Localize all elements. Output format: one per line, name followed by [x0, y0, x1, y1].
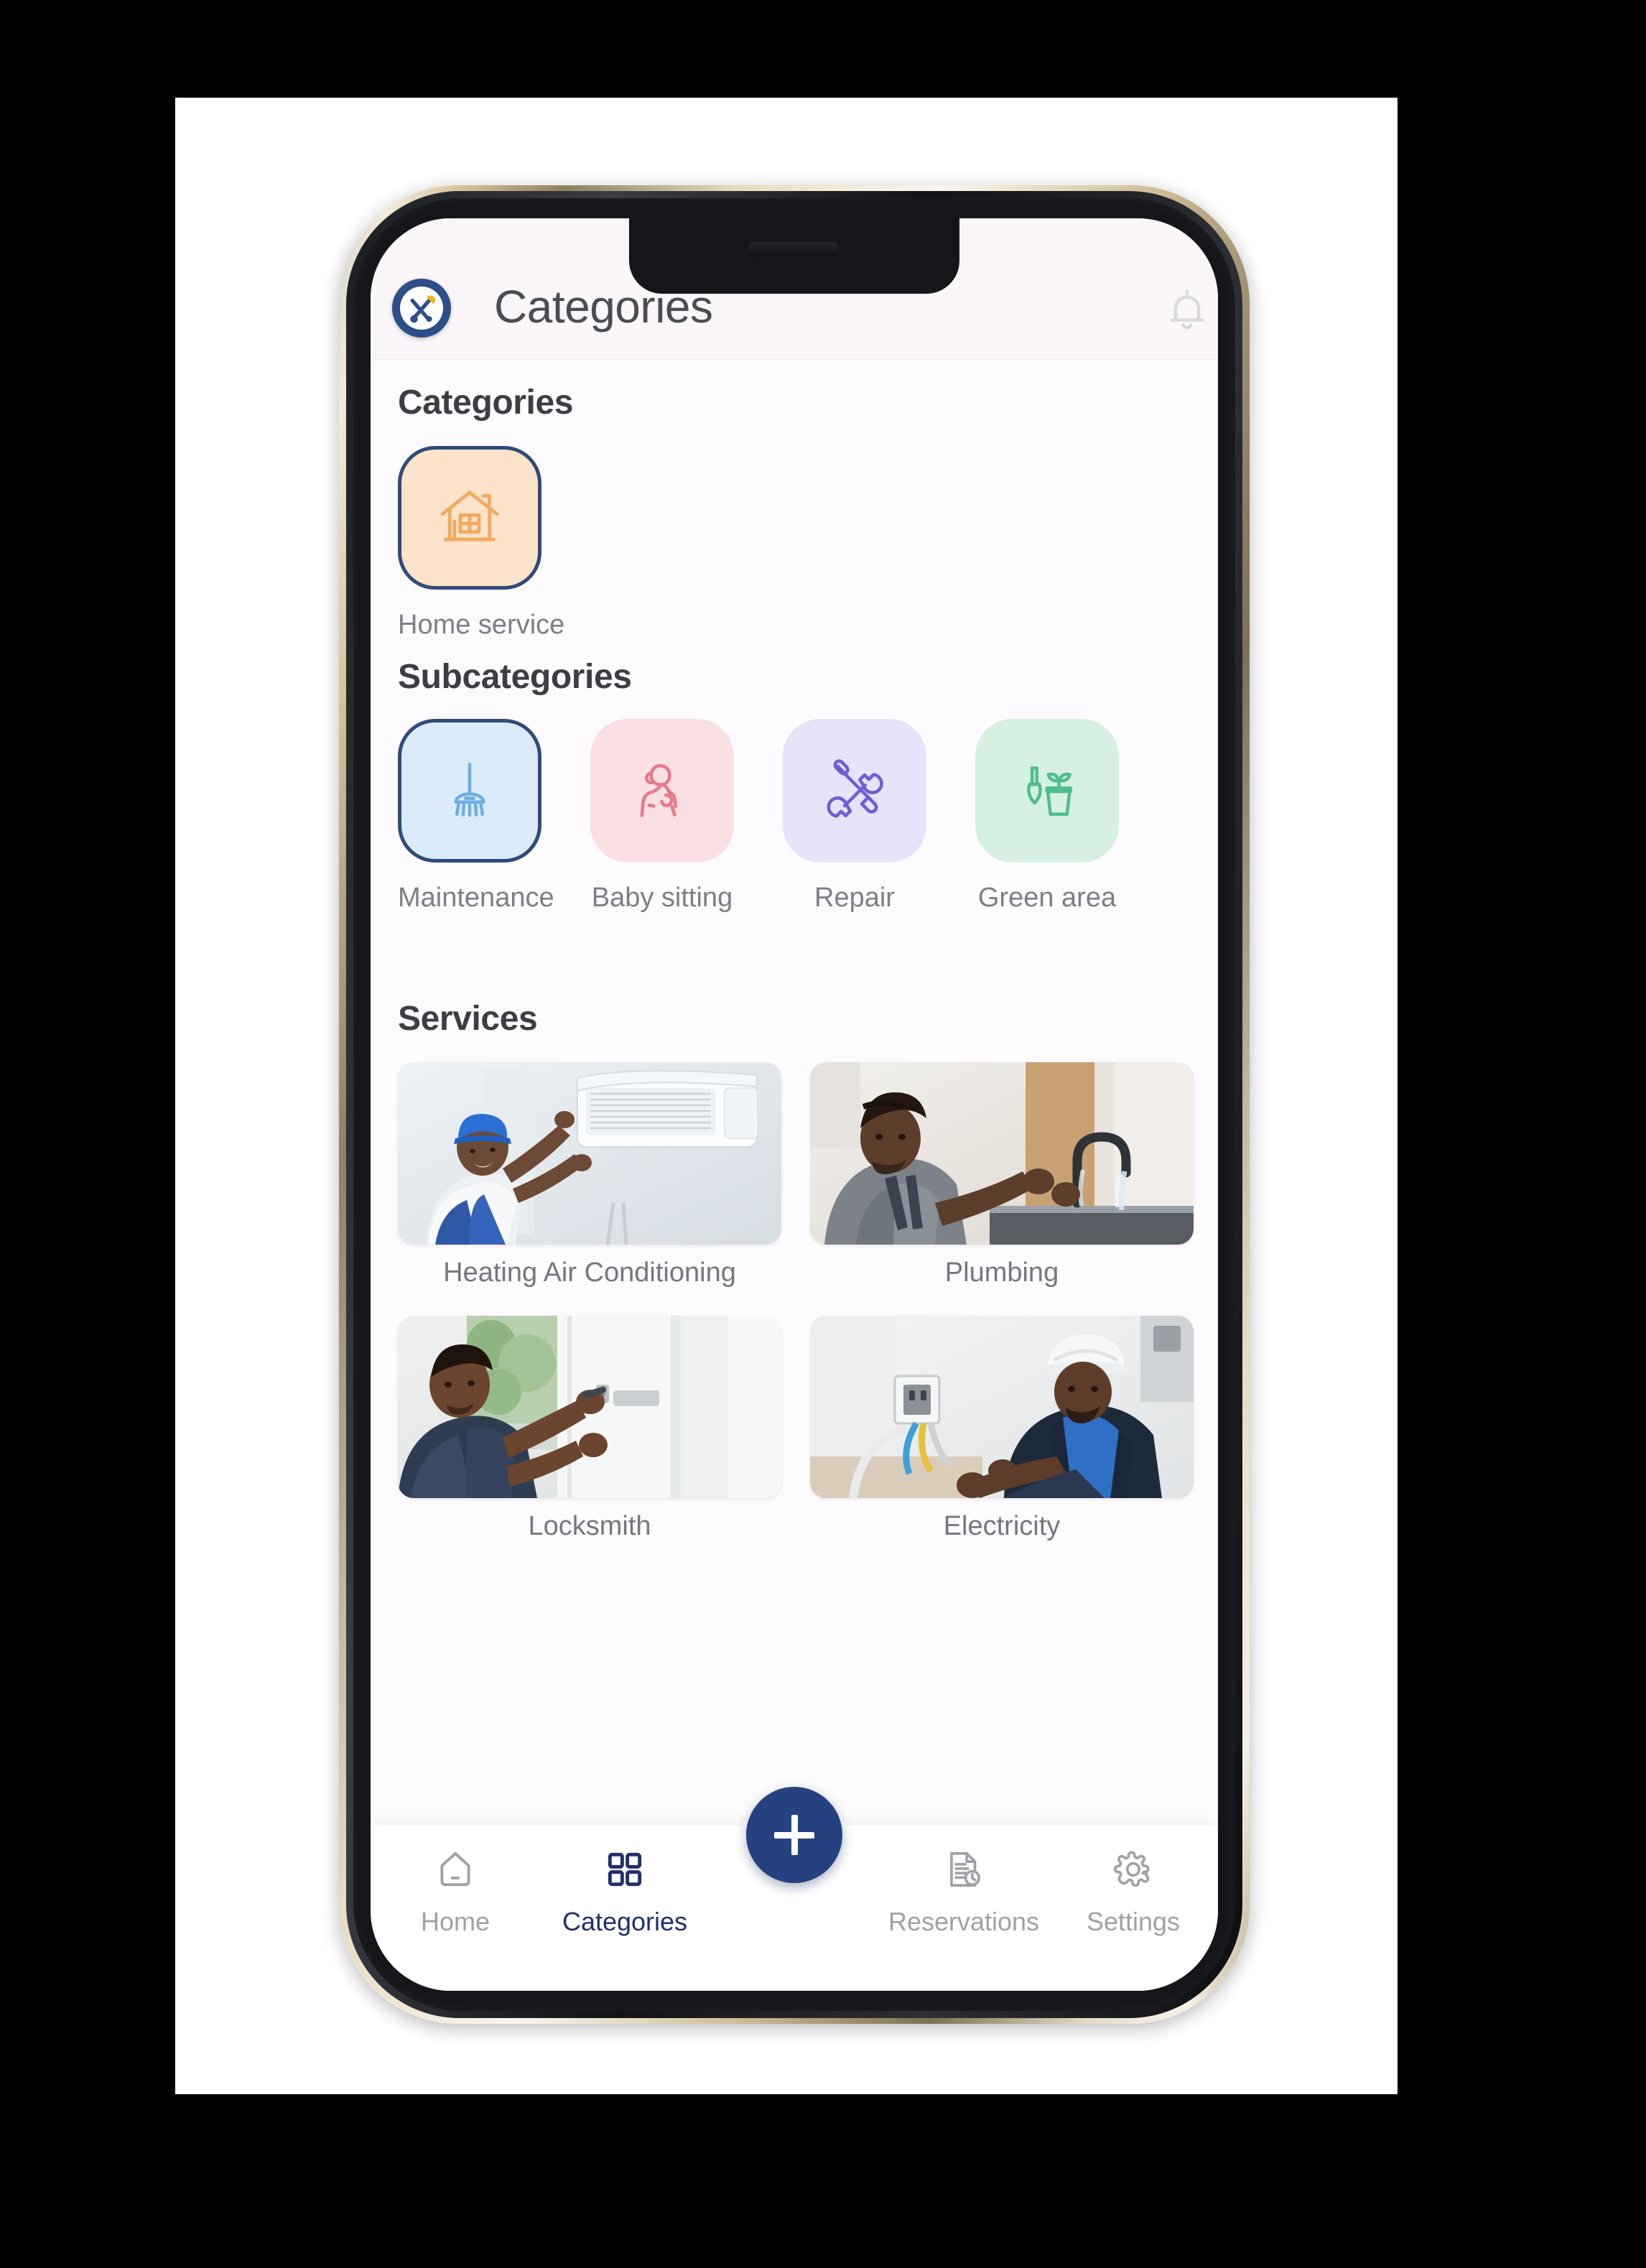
nav-item-reservations[interactable]: Reservations	[879, 1847, 1048, 1937]
categories-row: Home service	[398, 446, 565, 641]
header-divider	[371, 359, 1218, 360]
phone-screen: Categories Categories Home service Subca…	[371, 218, 1218, 1991]
subcategory-label: Green area	[977, 883, 1117, 913]
subcategory-swatch[interactable]	[975, 719, 1119, 863]
grid-icon	[603, 1847, 647, 1895]
nav-label: Settings	[1086, 1907, 1181, 1936]
category-label: Home service	[398, 610, 565, 640]
subcategory-item-green-area[interactable]: Green area	[975, 719, 1119, 914]
subcategory-swatch[interactable]	[398, 719, 541, 863]
service-photo	[398, 1062, 781, 1245]
services-grid: Heating Air Conditioning Plumbing Locksm…	[398, 1062, 1195, 1542]
service-label: Plumbing	[944, 1258, 1059, 1288]
nav-item-settings[interactable]: Settings	[1048, 1847, 1218, 1937]
phone-notch	[629, 218, 959, 294]
nav-label: Reservations	[888, 1907, 1040, 1936]
service-photo	[810, 1316, 1194, 1498]
service-label: Electricity	[943, 1511, 1061, 1541]
crossed-tools-icon	[400, 287, 443, 330]
service-card-electricity[interactable]: Electricity	[810, 1316, 1194, 1542]
wrench-screwdriver-icon	[817, 752, 892, 830]
bottom-navigation-bar: Home Categories Reservations Settings	[371, 1787, 1218, 1991]
subcategory-label: Baby sitting	[591, 883, 733, 913]
category-item-home-service[interactable]: Home service	[398, 446, 565, 641]
home-icon	[433, 1847, 478, 1895]
babysitter-icon	[625, 752, 699, 830]
service-label: Heating Air Conditioning	[443, 1258, 736, 1288]
house-icon	[432, 479, 507, 557]
nav-label: Home	[420, 1907, 490, 1936]
gear-icon	[1111, 1847, 1156, 1895]
subcategories-scroller[interactable]: Maintenance Baby sitting Repair Green ar…	[398, 719, 1218, 963]
subcategories-row: Maintenance Baby sitting Repair Green ar…	[398, 719, 1218, 914]
subcategory-swatch[interactable]	[783, 719, 926, 863]
plus-icon-vertical	[791, 1815, 798, 1855]
subcategory-item-baby-sitting[interactable]: Baby sitting	[590, 719, 734, 914]
bell-icon[interactable]	[1162, 284, 1212, 335]
service-photo	[810, 1062, 1194, 1245]
app-content-scroll[interactable]: Categories Home service Subcategories Ma…	[371, 360, 1218, 1991]
services-heading: Services	[398, 1000, 538, 1038]
subcategory-swatch[interactable]	[590, 719, 734, 863]
categories-heading: Categories	[398, 384, 574, 422]
document-clock-icon	[941, 1847, 986, 1895]
subcategory-item-repair[interactable]: Repair	[783, 719, 926, 914]
subcategory-label: Maintenance	[398, 883, 554, 913]
earpiece-speaker	[748, 242, 840, 256]
subcategory-label: Repair	[814, 883, 895, 913]
broom-icon	[432, 752, 507, 830]
subcategories-heading: Subcategories	[398, 658, 632, 696]
service-card-heating-air-conditioning[interactable]: Heating Air Conditioning	[398, 1062, 781, 1288]
potted-plant-trowel-icon	[1010, 752, 1084, 830]
nav-item-home[interactable]: Home	[371, 1847, 540, 1937]
category-swatch[interactable]	[398, 446, 541, 590]
service-card-plumbing[interactable]: Plumbing	[810, 1062, 1194, 1288]
brand-logo[interactable]	[392, 279, 451, 338]
phone-mockup: Categories Categories Home service Subca…	[339, 185, 1250, 2024]
subcategory-item-maintenance[interactable]: Maintenance	[398, 719, 554, 914]
nav-item-categories[interactable]: Categories	[540, 1847, 710, 1937]
service-photo	[398, 1316, 781, 1498]
nav-label: Categories	[562, 1907, 688, 1936]
service-label: Locksmith	[528, 1511, 651, 1541]
add-fab-button[interactable]	[746, 1787, 842, 1883]
service-card-locksmith[interactable]: Locksmith	[398, 1316, 781, 1542]
